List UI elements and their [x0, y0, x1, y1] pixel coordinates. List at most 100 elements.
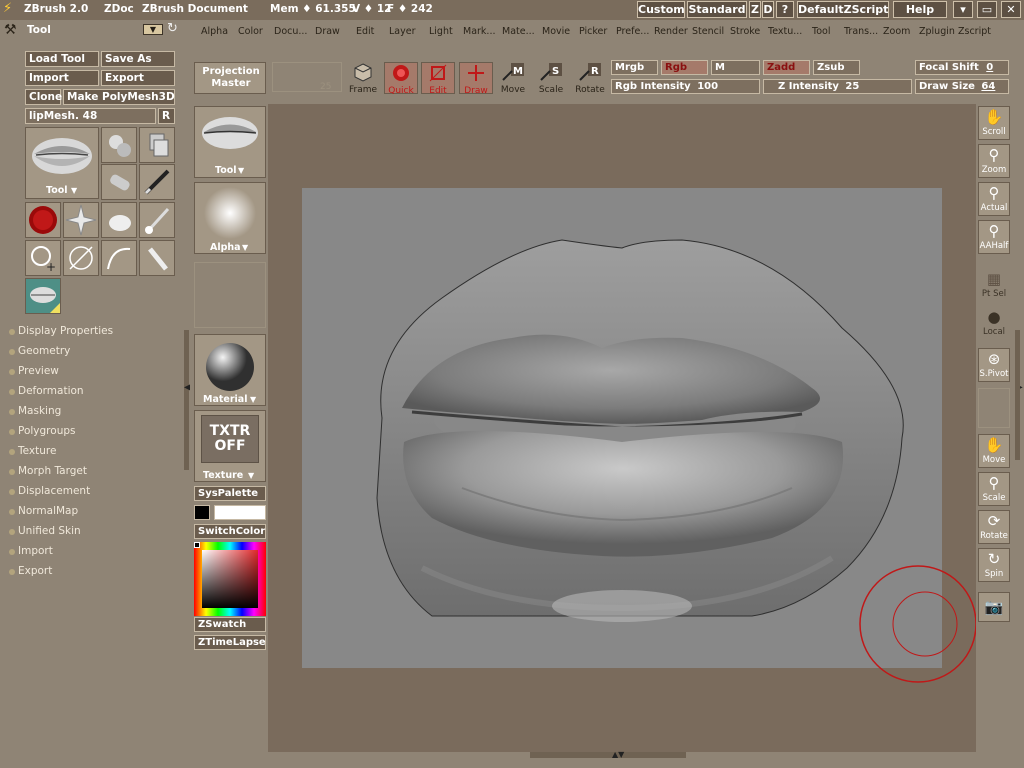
clone-button[interactable]: Clone	[25, 89, 62, 105]
draw-size-slider[interactable]: Draw Size 64	[915, 79, 1009, 94]
z-intensity-slider[interactable]: Z Intensity 25	[763, 79, 912, 94]
help-button[interactable]: Help	[893, 1, 947, 18]
custom-button[interactable]: Custom	[637, 1, 685, 18]
import-button[interactable]: Import	[25, 70, 99, 86]
sphere3d-tool-icon[interactable]	[101, 127, 137, 163]
rgb-button[interactable]: Rgb	[661, 60, 708, 75]
marker-tool-icon[interactable]	[139, 240, 175, 276]
section-texture[interactable]: Texture	[9, 445, 56, 457]
close-icon[interactable]: ✕	[1001, 1, 1021, 18]
bottom-arrows-icon[interactable]: ▲▼	[612, 750, 624, 759]
m-button[interactable]: M	[711, 60, 760, 75]
pen-tool-icon[interactable]	[139, 164, 175, 200]
minimize-icon[interactable]: ▾	[953, 1, 973, 18]
move-view-button[interactable]: ✋ Move	[978, 434, 1010, 468]
alpha-selector[interactable]: Alpha ▼	[194, 182, 266, 254]
cube-tool-icon[interactable]	[139, 127, 175, 163]
zsub-button[interactable]: Zsub	[813, 60, 860, 75]
menu-movie[interactable]: Movie	[542, 26, 570, 37]
menu-alpha[interactable]: Alpha	[201, 26, 228, 37]
section-deformation[interactable]: Deformation	[9, 385, 84, 397]
aahalf-button[interactable]: ⚲ AAHalf	[978, 220, 1010, 254]
d-button[interactable]: D	[762, 1, 774, 18]
left-panel-scrollbar[interactable]	[184, 330, 189, 470]
menu-marker[interactable]: Mark...	[463, 26, 496, 37]
default-zscript-button[interactable]: DefaultZScript	[797, 1, 889, 18]
menu-document[interactable]: Docu...	[274, 26, 307, 37]
rotate-view-button[interactable]: ⟳ Rotate	[978, 510, 1010, 544]
switchcolor-button[interactable]: SwitchColor	[194, 524, 266, 539]
zoom-button[interactable]: ⚲ Zoom	[978, 144, 1010, 178]
scale-view-button[interactable]: ⚲ Scale	[978, 472, 1010, 506]
zbrush-logo-icon[interactable]: ⚡	[3, 1, 12, 16]
save-as-button[interactable]: Save As	[101, 51, 175, 67]
focal-shift-slider[interactable]: Focal Shift 0	[915, 60, 1009, 75]
curve-tool-icon[interactable]	[101, 240, 137, 276]
primary-color-swatch[interactable]	[214, 505, 266, 520]
menu-render[interactable]: Render	[654, 26, 688, 37]
menu-transform[interactable]: Trans...	[844, 26, 878, 37]
menu-light[interactable]: Light	[429, 26, 453, 37]
export-button[interactable]: Export	[101, 70, 175, 86]
snapshot-button[interactable]: 📷	[978, 592, 1010, 622]
line-tool-icon[interactable]	[63, 240, 99, 276]
spivot-button[interactable]: ⊛ S.Pivot	[978, 348, 1010, 382]
syspalette-button[interactable]: SysPalette	[194, 486, 266, 501]
zoom-plus-tool-icon[interactable]: +	[25, 240, 61, 276]
load-tool-button[interactable]: Load Tool	[25, 51, 99, 67]
current-mesh-field[interactable]: lipMesh. 48	[25, 108, 156, 124]
r-button[interactable]: R	[158, 108, 175, 124]
section-export[interactable]: Export	[9, 565, 52, 577]
red-sphere-tool-icon[interactable]	[25, 202, 61, 238]
menu-stroke[interactable]: Stroke	[730, 26, 760, 37]
section-import[interactable]: Import	[9, 545, 53, 557]
menu-draw[interactable]: Draw	[315, 26, 340, 37]
frame-button[interactable]: Frame	[346, 62, 380, 95]
menu-color[interactable]: Color	[238, 26, 263, 37]
projection-master-button[interactable]: Projection Master	[194, 62, 266, 94]
move-button[interactable]: M Move	[496, 62, 530, 95]
zadd-button[interactable]: Zadd	[763, 60, 810, 75]
edit-button[interactable]: Edit	[421, 62, 455, 96]
blob-tool-icon[interactable]	[101, 202, 137, 238]
lipmesh-tool-icon[interactable]	[25, 278, 61, 314]
menu-stencil[interactable]: Stencil	[692, 26, 724, 37]
section-morph-target[interactable]: Morph Target	[9, 465, 87, 477]
ztimelapse-button[interactable]: ZTimeLapse	[194, 635, 266, 650]
menu-edit[interactable]: Edit	[356, 26, 374, 37]
menu-preferences[interactable]: Prefe...	[616, 26, 649, 37]
lips-model-render[interactable]	[302, 188, 942, 668]
color-picker-gradient[interactable]	[202, 550, 258, 608]
section-preview[interactable]: Preview	[9, 365, 59, 377]
tool-selector[interactable]: Tool ▼	[194, 106, 266, 178]
help-question-button[interactable]: ?	[776, 1, 794, 18]
current-tool-thumbnail[interactable]: Tool ▼	[25, 127, 99, 199]
star-tool-icon[interactable]	[63, 202, 99, 238]
section-masking[interactable]: Masking	[9, 405, 61, 417]
rgb-intensity-slider[interactable]: Rgb Intensity 100	[611, 79, 760, 94]
cylinder-tool-icon[interactable]	[101, 164, 137, 200]
local-button[interactable]: ● Local	[978, 306, 1010, 340]
material-selector[interactable]: Material ▼	[194, 334, 266, 406]
texture-selector[interactable]: TXTR OFF Texture ▼	[194, 410, 266, 482]
make-polymesh3d-button[interactable]: Make PolyMesh3D	[63, 89, 175, 105]
z-button[interactable]: Z	[749, 1, 761, 18]
quick-button[interactable]: Quick	[384, 62, 418, 96]
actual-button[interactable]: ⚲ Actual	[978, 182, 1010, 216]
menu-zoom[interactable]: Zoom	[883, 26, 910, 37]
color-picker[interactable]	[194, 542, 266, 616]
brush-tool-icon[interactable]	[139, 202, 175, 238]
standard-button[interactable]: Standard	[687, 1, 747, 18]
menu-layer[interactable]: Layer	[389, 26, 416, 37]
scale-button[interactable]: S Scale	[534, 62, 568, 95]
menu-tool[interactable]: Tool	[812, 26, 830, 37]
bottom-scroll-handle[interactable]	[530, 752, 686, 758]
palette-dropdown-icon[interactable]: ▼	[143, 24, 163, 35]
section-unified-skin[interactable]: Unified Skin	[9, 525, 81, 537]
menu-material[interactable]: Mate...	[502, 26, 535, 37]
mrgb-button[interactable]: Mrgb	[611, 60, 658, 75]
draw-button[interactable]: Draw	[459, 62, 493, 96]
zswatch-button[interactable]: ZSwatch	[194, 617, 266, 632]
menu-texture[interactable]: Textu...	[768, 26, 802, 37]
section-display-properties[interactable]: Display Properties	[9, 325, 113, 337]
